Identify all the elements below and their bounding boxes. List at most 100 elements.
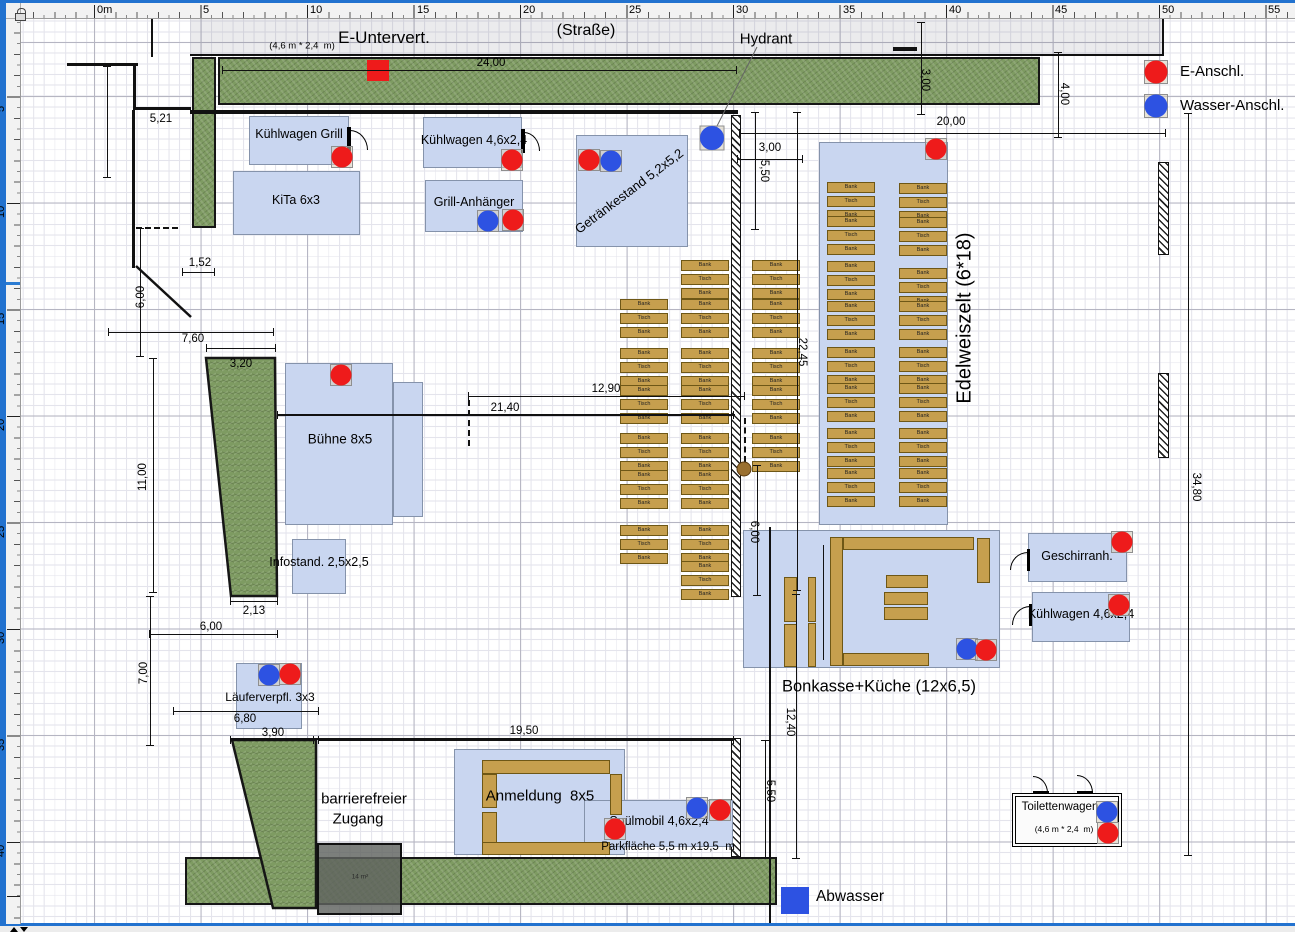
abwasser-marker[interactable] (781, 887, 809, 914)
table-group-bar[interactable]: Tisch (827, 482, 875, 493)
counter-bar[interactable] (808, 577, 816, 622)
table-group-bar[interactable]: Bank (681, 288, 729, 299)
table-group-bar[interactable]: Bank (827, 468, 875, 479)
table-group-bar[interactable]: Bank (681, 327, 729, 338)
marker-w-grill-anhaenger[interactable] (478, 211, 499, 232)
table-group-bar[interactable]: Tisch (827, 230, 875, 241)
marker-e-geschirranhaenger[interactable] (1112, 532, 1133, 553)
marker-w-toilettenwagen[interactable] (1097, 802, 1118, 823)
table-group-bar[interactable]: Tisch (620, 399, 668, 410)
marker-e-edelweiszelt[interactable] (926, 139, 947, 160)
table-group-bar[interactable]: Tisch (827, 361, 875, 372)
marker-w-bonkasse[interactable] (957, 639, 978, 660)
table-group-bar[interactable]: Bank (827, 347, 875, 358)
table-group-bar[interactable]: Bank (899, 301, 947, 312)
table-group-bar[interactable]: Tisch (620, 313, 668, 324)
green-trapezoid-upper[interactable] (206, 358, 277, 596)
counter-bar[interactable] (843, 537, 974, 550)
marker-e-buehne[interactable] (331, 365, 352, 386)
table-group-bar[interactable]: Tisch (620, 447, 668, 458)
table-group-bar[interactable]: Bank (827, 261, 875, 272)
table-group-bar[interactable]: Bank (620, 553, 668, 564)
table-group-bar[interactable]: Tisch (899, 231, 947, 242)
table-group-bar[interactable]: Bank (827, 301, 875, 312)
table-group-bar[interactable]: Bank (752, 288, 800, 299)
counter-bar[interactable] (610, 774, 622, 815)
marker-e-getraenkestand[interactable] (579, 150, 600, 171)
table-group-bar[interactable]: Bank (827, 428, 875, 439)
marker-w-hydrant[interactable] (700, 126, 724, 150)
scroll-down-icon[interactable] (20, 927, 28, 932)
marker-e-grill-anhaenger[interactable] (503, 210, 524, 231)
counter-bar[interactable] (886, 575, 928, 588)
marker-e-kuehlwagen-right[interactable] (1109, 595, 1130, 616)
table-group-bar[interactable]: Bank (899, 217, 947, 228)
table-group-bar[interactable]: Bank (899, 383, 947, 394)
table-group-bar[interactable]: Bank (681, 433, 729, 444)
marker-e-kuehlwagen-top[interactable] (502, 150, 523, 171)
table-group-bar[interactable]: Bank (827, 289, 875, 300)
table-group-bar[interactable]: Bank (752, 461, 800, 472)
marker-e-anmeldung[interactable] (605, 819, 626, 840)
table-group-bar[interactable]: Bank (752, 385, 800, 396)
table-group-bar[interactable]: Bank (827, 182, 875, 193)
counter-bar[interactable] (830, 537, 843, 666)
table-group-bar[interactable]: Tisch (752, 313, 800, 324)
table-group-bar[interactable]: Bank (899, 268, 947, 279)
marker-w-spuelmobil[interactable] (687, 798, 708, 819)
table-group-bar[interactable]: Tisch (681, 399, 729, 410)
structure-buehne-annex[interactable] (393, 382, 423, 517)
table-group-bar[interactable]: Bank (620, 433, 668, 444)
counter-bar[interactable] (843, 653, 929, 666)
counter-bar[interactable] (482, 760, 610, 774)
table-group-bar[interactable]: Bank (620, 348, 668, 359)
table-group-bar[interactable]: Bank (752, 260, 800, 271)
table-group-bar[interactable]: Tisch (827, 275, 875, 286)
table-group-bar[interactable]: Bank (681, 470, 729, 481)
table-group-bar[interactable]: Bank (899, 496, 947, 507)
table-group-bar[interactable]: Bank (899, 329, 947, 340)
table-group-bar[interactable]: Bank (899, 347, 947, 358)
table-group-bar[interactable]: Bank (899, 245, 947, 256)
marker-w-laeuferverpflegung[interactable] (259, 665, 280, 686)
marker-e-kuehlwagen-grill[interactable] (332, 147, 353, 168)
table-group-bar[interactable]: Bank (620, 299, 668, 310)
table-group-bar[interactable]: Tisch (899, 397, 947, 408)
table-group-bar[interactable]: Tisch (899, 442, 947, 453)
table-group-bar[interactable]: Bank (899, 456, 947, 467)
table-group-bar[interactable]: Tisch (681, 447, 729, 458)
table-group-bar[interactable]: Bank (681, 498, 729, 509)
table-group-bar[interactable]: Bank (681, 260, 729, 271)
table-group-bar[interactable]: Bank (752, 327, 800, 338)
table-group-bar[interactable]: Tisch (681, 274, 729, 285)
table-group-bar[interactable]: Tisch (752, 399, 800, 410)
table-group-bar[interactable]: Bank (620, 525, 668, 536)
table-group-bar[interactable]: Tisch (681, 313, 729, 324)
table-group-bar[interactable]: Bank (620, 470, 668, 481)
table-group-bar[interactable]: Bank (752, 299, 800, 310)
table-group-bar[interactable]: Tisch (899, 361, 947, 372)
table-group-bar[interactable]: Tisch (681, 539, 729, 550)
table-group-bar[interactable]: Tisch (899, 197, 947, 208)
table-group-bar[interactable]: Tisch (827, 442, 875, 453)
table-group-bar[interactable]: Tisch (620, 484, 668, 495)
table-group-bar[interactable]: Bank (827, 456, 875, 467)
table-group-bar[interactable]: Bank (681, 561, 729, 572)
marker-e-spuelmobil[interactable] (710, 800, 731, 821)
table-group-bar[interactable]: Tisch (899, 482, 947, 493)
table-group-bar[interactable]: Bank (827, 329, 875, 340)
counter-bar[interactable] (884, 592, 928, 605)
green-strip-top[interactable] (218, 57, 1040, 105)
counter-bar[interactable] (977, 538, 990, 583)
marker-e-toilettenwagen[interactable] (1098, 823, 1119, 844)
table-group-bar[interactable]: Bank (620, 385, 668, 396)
table-group-bar[interactable]: Tisch (899, 282, 947, 293)
table-group-bar[interactable]: Bank (752, 433, 800, 444)
table-group-bar[interactable]: Bank (827, 244, 875, 255)
table-group-bar[interactable]: Bank (899, 468, 947, 479)
table-group-bar[interactable]: Bank (681, 525, 729, 536)
table-group-bar[interactable]: Tisch (681, 484, 729, 495)
counter-bar[interactable] (884, 607, 928, 620)
counter-bar[interactable] (808, 623, 816, 667)
table-group-bar[interactable]: Tisch (752, 447, 800, 458)
